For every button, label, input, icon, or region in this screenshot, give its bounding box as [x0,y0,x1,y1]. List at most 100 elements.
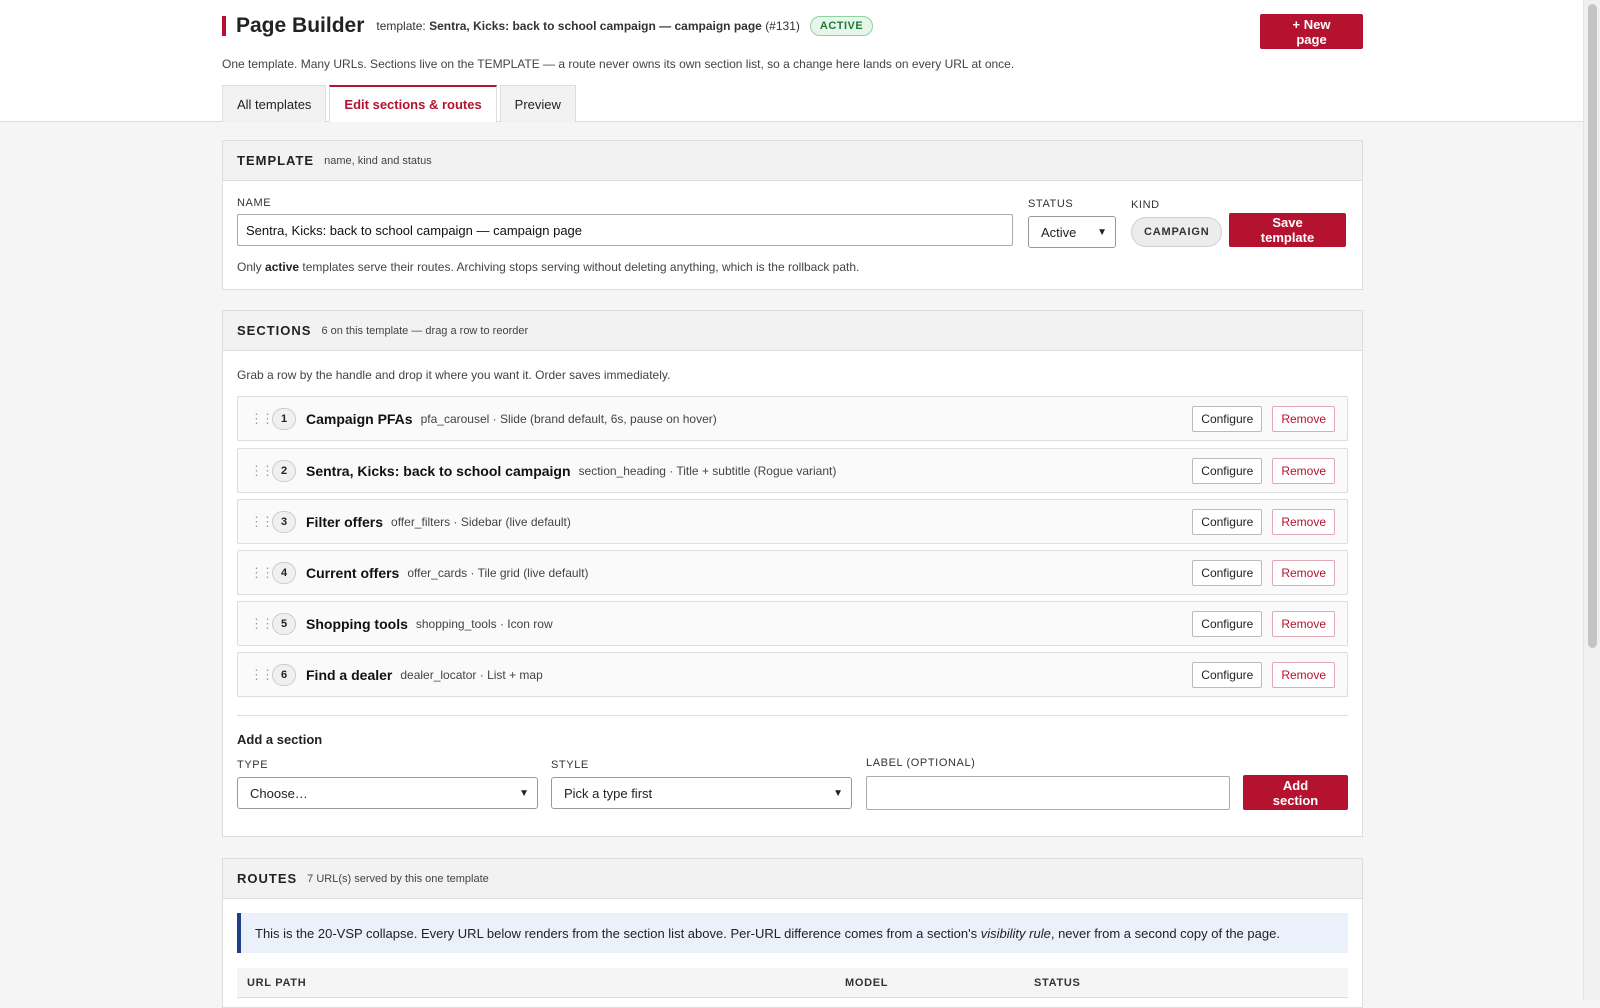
section-description: section_heading · Title + subtitle (Rogu… [578,463,837,478]
section-name: Campaign PFAs [306,410,413,427]
template-name-input[interactable] [237,214,1013,246]
section-description: dealer_locator · List + map [400,667,543,682]
title-row: Page Builder template: Sentra, Kicks: ba… [222,14,874,38]
section-number: 4 [272,561,296,584]
row-actions: Configure Remove [1192,457,1335,484]
drag-handle-icon[interactable]: ⋮⋮ [250,514,274,530]
template-heading: TEMPLATE [237,153,315,168]
routes-panel-header: ROUTES 7 URL(s) served by this one templ… [223,859,1362,899]
status-select[interactable]: Active ▼ [1028,216,1116,248]
new-page-button[interactable]: + New page [1260,14,1363,49]
template-help-text: Only active templates serve their routes… [237,260,860,274]
section-row[interactable]: ⋮⋮ 1 Campaign PFAs pfa_carousel · Slide … [237,396,1348,441]
sections-panel: SECTIONS 6 on this template — drag a row… [222,310,1363,837]
routes-info-callout: This is the 20-VSP collapse. Every URL b… [237,913,1348,953]
section-label-input[interactable] [866,776,1230,810]
remove-button[interactable]: Remove [1272,405,1335,432]
sections-subheading: 6 on this template — drag a row to reord… [321,324,529,337]
row-actions: Configure Remove [1192,559,1335,586]
remove-button[interactable]: Remove [1272,559,1335,586]
divider [237,715,1348,716]
configure-button[interactable]: Configure [1192,508,1263,535]
status-badge: ACTIVE [809,16,874,36]
sections-intro: Grab a row by the handle and drop it whe… [237,368,671,382]
section-number: 2 [272,459,296,482]
section-row[interactable]: ⋮⋮ 3 Filter offers offer_filters · Sideb… [237,499,1348,544]
page-header: Page Builder template: Sentra, Kicks: ba… [0,0,1600,122]
drag-handle-icon[interactable]: ⋮⋮ [250,616,274,632]
drag-handle-icon[interactable]: ⋮⋮ [250,411,274,427]
type-label: TYPE [237,759,269,771]
type-select[interactable]: Choose… ▼ [237,777,538,809]
remove-button[interactable]: Remove [1272,610,1335,637]
configure-button[interactable]: Configure [1192,457,1263,484]
tab-edit-sections-routes[interactable]: Edit sections & routes [329,85,497,122]
section-description: shopping_tools · Icon row [415,616,553,631]
column-status: STATUS [1034,977,1081,989]
configure-button[interactable]: Configure [1192,405,1263,432]
add-section-button[interactable]: Add section [1243,775,1348,810]
routes-table-header: URL PATH MODEL STATUS [237,968,1348,998]
chevron-down-icon: ▼ [1097,226,1107,238]
column-url-path: URL PATH [247,977,307,989]
section-row[interactable]: ⋮⋮ 2 Sentra, Kicks: back to school campa… [237,448,1348,493]
template-panel-header: TEMPLATE name, kind and status [223,141,1362,181]
scrollbar-thumb[interactable] [1588,4,1597,648]
section-number: 3 [272,510,296,533]
page-title: Page Builder [236,14,365,37]
section-number: 1 [272,407,296,430]
routes-panel: ROUTES 7 URL(s) served by this one templ… [222,858,1363,1008]
remove-button[interactable]: Remove [1272,457,1335,484]
add-section-title: Add a section [237,732,323,747]
name-label: NAME [237,197,272,209]
chevron-down-icon: ▼ [833,787,843,799]
drag-handle-icon[interactable]: ⋮⋮ [250,667,274,683]
kind-badge: CAMPAIGN [1131,217,1223,247]
status-label: STATUS [1028,198,1074,210]
accent-bar [222,16,226,36]
section-description: offer_cards · Tile grid (live default) [407,565,589,580]
remove-button[interactable]: Remove [1272,661,1335,688]
sections-heading: SECTIONS [237,323,312,338]
section-description: offer_filters · Sidebar (live default) [391,514,571,529]
template-id: (#131) [765,19,800,33]
section-name: Find a dealer [306,666,393,683]
configure-button[interactable]: Configure [1192,661,1263,688]
kind-label: KIND [1131,199,1160,211]
section-name: Shopping tools [306,615,408,632]
chevron-down-icon: ▼ [519,787,529,799]
row-actions: Configure Remove [1192,508,1335,535]
column-model: MODEL [845,977,889,989]
tab-all-templates[interactable]: All templates [222,85,327,122]
drag-handle-icon[interactable]: ⋮⋮ [250,463,274,479]
template-meta: template: Sentra, Kicks: back to school … [376,19,800,33]
label-optional-label: LABEL (OPTIONAL) [866,757,976,769]
template-name: Sentra, Kicks: back to school campaign —… [429,19,762,33]
section-row[interactable]: ⋮⋮ 5 Shopping tools shopping_tools · Ico… [237,601,1348,646]
style-label: STYLE [551,759,589,771]
section-row[interactable]: ⋮⋮ 6 Find a dealer dealer_locator · List… [237,652,1348,697]
configure-button[interactable]: Configure [1192,559,1263,586]
routes-heading: ROUTES [237,871,298,886]
section-number: 5 [272,612,296,635]
section-row[interactable]: ⋮⋮ 4 Current offers offer_cards · Tile g… [237,550,1348,595]
style-select[interactable]: Pick a type first ▼ [551,777,852,809]
tab-preview[interactable]: Preview [499,85,576,122]
configure-button[interactable]: Configure [1192,610,1263,637]
routes-subheading: 7 URL(s) served by this one template [307,872,489,885]
vertical-scrollbar[interactable] [1583,0,1600,1000]
template-panel: TEMPLATE name, kind and status NAME STAT… [222,140,1363,290]
section-name: Current offers [306,564,400,581]
section-name: Sentra, Kicks: back to school campaign [306,462,571,479]
row-actions: Configure Remove [1192,405,1335,432]
template-subheading: name, kind and status [324,154,432,167]
row-actions: Configure Remove [1192,661,1335,688]
save-template-button[interactable]: Save template [1229,213,1346,247]
section-number: 6 [272,663,296,686]
sections-panel-header: SECTIONS 6 on this template — drag a row… [223,311,1362,351]
row-actions: Configure Remove [1192,610,1335,637]
section-description: pfa_carousel · Slide (brand default, 6s,… [420,411,717,426]
drag-handle-icon[interactable]: ⋮⋮ [250,565,274,581]
page-subtitle: One template. Many URLs. Sections live o… [222,57,1015,71]
remove-button[interactable]: Remove [1272,508,1335,535]
